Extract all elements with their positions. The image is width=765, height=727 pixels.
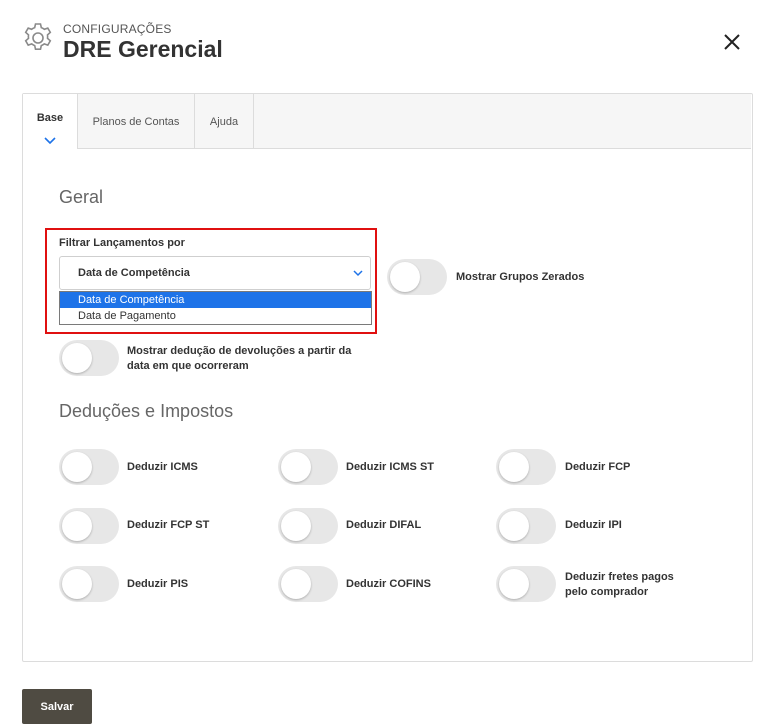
page-title: DRE Gerencial <box>63 36 223 62</box>
toggle-deduzir-fcp[interactable] <box>496 449 556 485</box>
toggle-knob <box>62 343 92 373</box>
toggle-knob <box>281 569 311 599</box>
gear-icon <box>24 23 52 50</box>
toggle-label-line: Mostrar dedução de devoluções a partir d… <box>127 345 352 357</box>
section-title-geral: Geral <box>59 187 104 207</box>
toggle-deduzir-ipi[interactable] <box>496 508 556 544</box>
tab-label: Base <box>36 111 64 124</box>
tab-label: Ajuda <box>209 115 239 128</box>
toggle-label: Deduzir COFINS <box>346 578 431 590</box>
tab-label: Planos de Contas <box>92 115 180 128</box>
toggle-label-line: Deduzir fretes pagos <box>565 571 674 583</box>
toggle-label: Deduzir FCP ST <box>127 519 210 531</box>
toggle-label: Deduzir ICMS <box>127 461 198 473</box>
toggle-mostrar-grupos-zerados[interactable] <box>387 259 447 295</box>
filter-select[interactable]: Data de Competência <box>59 256 371 290</box>
toggle-knob <box>62 511 92 541</box>
toggle-knob <box>281 452 311 482</box>
toggle-label: Deduzir PIS <box>127 578 189 590</box>
toggle-deduzir-icms-st[interactable] <box>278 449 338 485</box>
chevron-down-icon <box>353 270 363 277</box>
toggle-deduzir-fretes[interactable] <box>496 566 556 602</box>
toggle-deduzir-cofins[interactable] <box>278 566 338 602</box>
toggle-knob <box>62 452 92 482</box>
page-subtitle: CONFIGURAÇÕES <box>63 22 172 36</box>
chevron-down-icon <box>44 137 56 145</box>
toggle-label: Deduzir IPI <box>565 519 622 531</box>
toggle-label-line: pelo comprador <box>565 586 649 598</box>
dropdown-option-competencia[interactable]: Data de Competência <box>60 292 371 308</box>
toggle-deduzir-difal[interactable] <box>278 508 338 544</box>
toggle-label: Deduzir DIFAL <box>346 519 422 531</box>
toggle-label: Deduzir fretes pagos pelo comprador <box>565 570 674 600</box>
toggle-knob <box>62 569 92 599</box>
close-icon[interactable] <box>720 30 744 54</box>
tab-ajuda[interactable]: Ajuda <box>195 94 254 149</box>
toggle-label: Mostrar Grupos Zerados <box>456 271 585 283</box>
toggle-mostrar-deducao-devolucoes[interactable] <box>59 340 119 376</box>
toggle-label: Deduzir ICMS ST <box>346 461 435 473</box>
dropdown-option-pagamento[interactable]: Data de Pagamento <box>60 308 371 324</box>
toggle-label-line: data em que ocorreram <box>127 360 249 372</box>
toggle-deduzir-pis[interactable] <box>59 566 119 602</box>
tab-planos-de-contas[interactable]: Planos de Contas <box>78 94 195 149</box>
toggle-knob <box>499 452 529 482</box>
toggle-label: Deduzir FCP <box>565 461 631 473</box>
toggle-knob <box>499 569 529 599</box>
toggle-deduzir-fcp-st[interactable] <box>59 508 119 544</box>
filter-dropdown: Data de Competência Data de Pagamento <box>59 291 372 325</box>
section-title-deducoes: Deduções e Impostos <box>59 401 234 421</box>
filter-select-value: Data de Competência <box>78 267 190 279</box>
toggle-label: Mostrar dedução de devoluções a partir d… <box>127 344 387 374</box>
toggle-deduzir-icms[interactable] <box>59 449 119 485</box>
toggle-knob <box>499 511 529 541</box>
toggle-knob <box>390 262 420 292</box>
toggle-knob <box>281 511 311 541</box>
save-button[interactable]: Salvar <box>22 689 92 724</box>
filter-label: Filtrar Lançamentos por <box>59 237 185 249</box>
